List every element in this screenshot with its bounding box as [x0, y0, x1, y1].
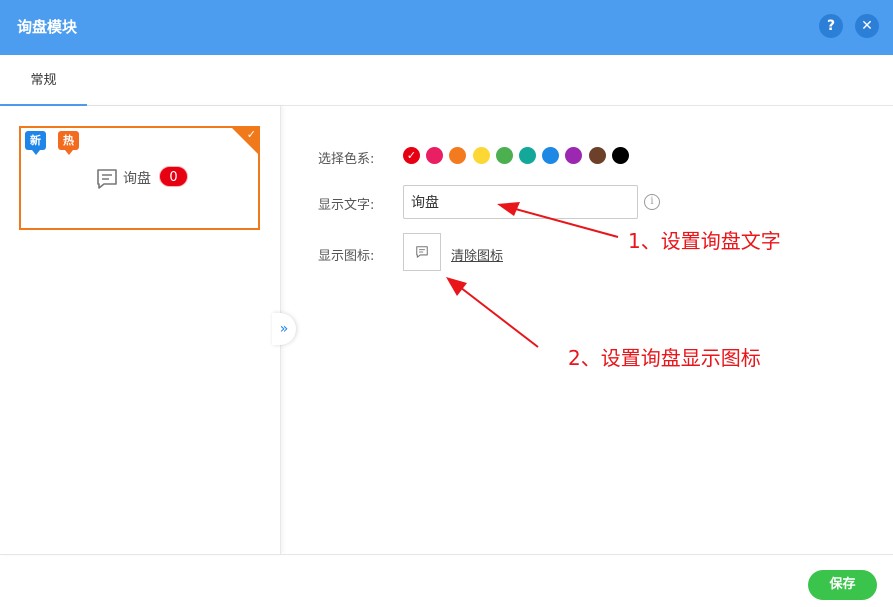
- annotation-1: 1、设置询盘文字: [628, 229, 781, 253]
- arrow-line-1: [507, 206, 619, 238]
- arrow-line-2: [455, 283, 539, 348]
- save-button[interactable]: 保存: [808, 570, 877, 600]
- annotation-arrows: [446, 202, 619, 348]
- dialog-footer: [0, 554, 893, 607]
- arrow-head-1: [497, 202, 520, 216]
- arrow-head-2: [446, 277, 467, 296]
- annotation-2: 2、设置询盘显示图标: [568, 346, 761, 370]
